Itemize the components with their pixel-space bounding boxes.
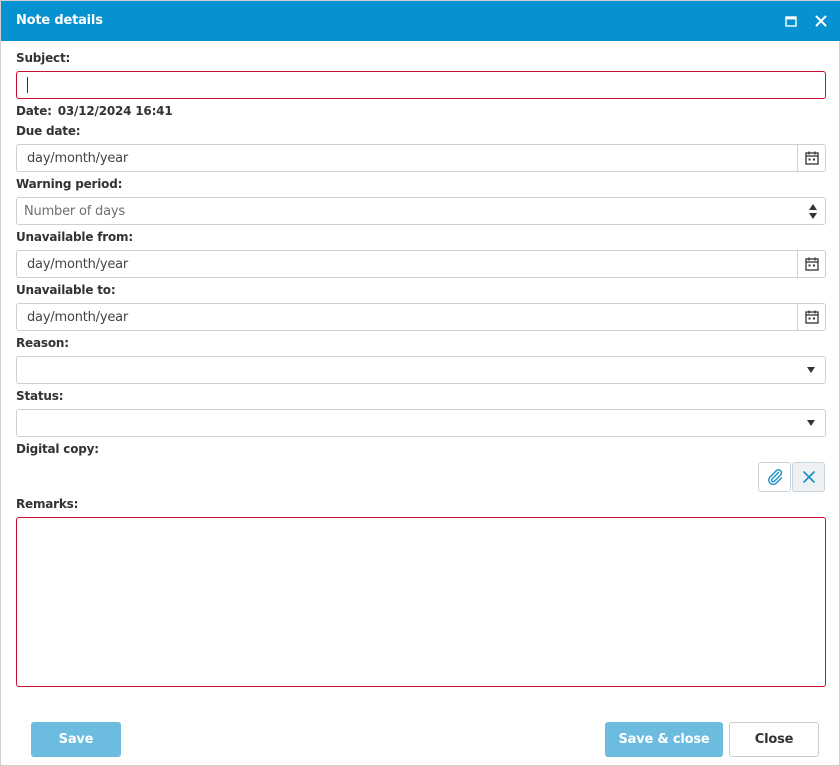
due-date-placeholder: day/month/year (27, 151, 129, 166)
reason-select[interactable] (16, 356, 826, 384)
unavailable-to-placeholder: day/month/year (27, 310, 129, 325)
calendar-icon (804, 257, 819, 271)
due-date-label: Due date: (16, 124, 81, 138)
reason-label: Reason: (16, 336, 69, 350)
warning-period-label: Warning period: (16, 177, 123, 191)
unavailable-from-placeholder: day/month/year (27, 257, 129, 272)
chevron-down-icon (807, 367, 815, 373)
title-bar: Note details (1, 1, 840, 41)
remove-file-button[interactable] (792, 462, 825, 492)
x-icon (802, 471, 815, 483)
unavailable-from-picker-button[interactable] (797, 251, 825, 277)
date-value: 03/12/2024 16:41 (57, 104, 173, 118)
date-label: Date: (16, 104, 52, 118)
note-details-dialog: Note details Subject: Date: 03/12/2024 16… (0, 0, 840, 766)
calendar-icon (804, 310, 819, 324)
unavailable-from-label: Unavailable from: (16, 230, 133, 244)
due-date-picker-button[interactable] (797, 145, 825, 171)
warning-period-input[interactable]: Number of days (16, 197, 826, 225)
date-row: Date: 03/12/2024 16:41 (16, 104, 173, 118)
close-icon (815, 15, 827, 27)
unavailable-to-input[interactable]: day/month/year (16, 303, 826, 331)
chevron-down-icon (807, 420, 815, 426)
maximize-button[interactable] (782, 12, 800, 30)
attach-file-button[interactable] (758, 462, 791, 492)
unavailable-to-picker-button[interactable] (797, 304, 825, 330)
warning-period-stepper[interactable] (809, 201, 819, 221)
subject-label: Subject: (16, 51, 71, 65)
status-dropdown-toggle[interactable] (797, 410, 825, 436)
close-button[interactable]: Close (729, 722, 819, 757)
digital-copy-label: Digital copy: (16, 442, 99, 456)
paperclip-icon (767, 469, 782, 486)
reason-dropdown-toggle[interactable] (797, 357, 825, 383)
warning-period-placeholder: Number of days (24, 204, 125, 219)
save-button[interactable]: Save (31, 722, 121, 757)
calendar-icon (804, 151, 819, 165)
due-date-input[interactable]: day/month/year (16, 144, 826, 172)
save-and-close-button[interactable]: Save & close (605, 722, 723, 757)
remarks-label: Remarks: (16, 497, 79, 511)
remarks-textarea[interactable] (16, 517, 826, 687)
maximize-icon (785, 15, 797, 27)
close-window-button[interactable] (812, 12, 830, 30)
dialog-title: Note details (16, 13, 103, 28)
step-up-icon[interactable] (809, 204, 817, 210)
step-down-icon[interactable] (809, 213, 817, 219)
status-select[interactable] (16, 409, 826, 437)
unavailable-from-input[interactable]: day/month/year (16, 250, 826, 278)
text-caret (27, 77, 28, 93)
subject-input[interactable] (16, 71, 826, 99)
status-label: Status: (16, 389, 64, 403)
unavailable-to-label: Unavailable to: (16, 283, 116, 297)
